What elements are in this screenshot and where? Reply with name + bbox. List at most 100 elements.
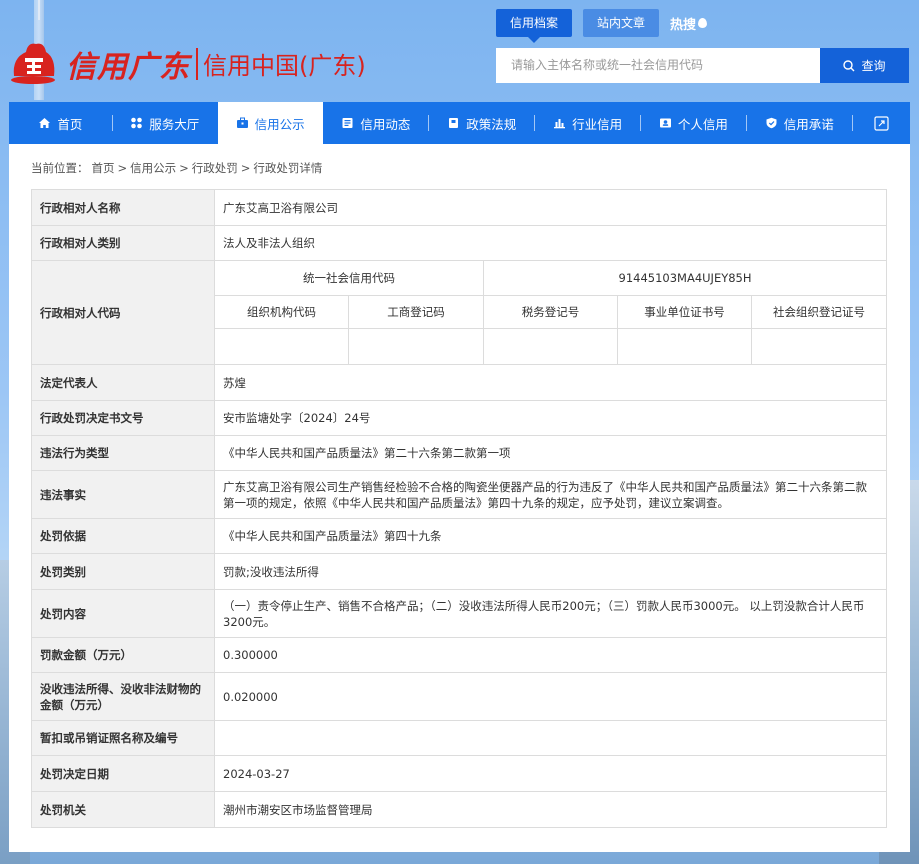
penalty-type-value: 罚款;没收违法所得 <box>213 553 888 590</box>
table-row: 法定代表人 苏煌 <box>31 364 888 401</box>
logo-site-name[interactable]: 信用中国(广东) <box>203 46 366 81</box>
nav-label: 信用动态 <box>360 116 411 132</box>
facts-label: 违法事实 <box>31 470 215 519</box>
nav-item-credit-commitment[interactable]: 信用承诺 <box>747 102 852 144</box>
chart-icon <box>554 119 566 129</box>
social-org-reg-label: 社会组织登记证号 <box>750 295 888 329</box>
nav-label: 服务大厅 <box>149 116 200 132</box>
breadcrumb-link-admin-penalty[interactable]: 行政处罚 <box>192 160 238 176</box>
uscc-label: 统一社会信用代码 <box>214 260 484 296</box>
license-value <box>213 720 888 756</box>
search-button[interactable]: 查询 <box>820 48 909 83</box>
table-row: 处罚内容 （一）责令停止生产、销售不合格产品；（二）没收违法所得人民币200元；… <box>31 589 888 638</box>
date-label: 处罚决定日期 <box>31 755 215 792</box>
table-row: 行政相对人代码 统一社会信用代码 91445103MA4UJEY85H <box>31 260 888 365</box>
main-content: 当前位置： 首页 > 信用公示 > 行政处罚 > 行政处罚详情 行政相对人名称 … <box>9 144 910 852</box>
flame-icon <box>698 18 708 28</box>
org-code-label: 组织机构代码 <box>214 295 349 329</box>
nav-label: 信用承诺 <box>783 116 834 132</box>
legal-rep-value: 苏煌 <box>213 364 888 401</box>
legal-rep-label: 法定代表人 <box>31 364 215 401</box>
breadcrumb-separator: > <box>179 161 189 175</box>
nav-item-home[interactable]: 首页 <box>9 102 112 144</box>
nav-label: 首页 <box>57 116 83 132</box>
fine-label: 罚款金额（万元） <box>31 637 215 673</box>
nav-item-personal-credit[interactable]: 个人信用 <box>641 102 746 144</box>
nav-label: 行业信用 <box>572 116 623 132</box>
breadcrumb-separator: > <box>117 161 128 175</box>
category-label: 行政相对人类别 <box>31 225 215 261</box>
search-icon <box>843 59 855 71</box>
business-reg-value <box>348 328 484 365</box>
institution-cert-value <box>617 328 752 365</box>
violation-type-label: 违法行为类型 <box>31 435 215 471</box>
org-code-value <box>214 328 349 365</box>
breadcrumb-current: 行政处罚详情 <box>253 161 323 175</box>
nav-item-service-hall[interactable]: 服务大厅 <box>113 102 217 144</box>
nav-item-credit-news[interactable]: 信用动态 <box>324 102 429 144</box>
nav-label: 政策法规 <box>466 116 517 132</box>
tab-credit-archive[interactable]: 信用档案 <box>496 9 573 43</box>
penalty-type-label: 处罚类别 <box>31 553 215 590</box>
breadcrumb-link-home[interactable]: 首页 <box>92 160 115 176</box>
facts-value: 广东艾高卫浴有限公司生产销售经检验不合格的陶瓷坐便器产品的行为违反了《中华人民共… <box>213 470 888 519</box>
id-card-icon <box>659 118 671 128</box>
nav-item-policies[interactable]: 政策法规 <box>429 102 534 144</box>
table-row: 处罚机关 潮州市潮安区市场监督管理局 <box>31 791 888 828</box>
basis-value: 《中华人民共和国产品质量法》第四十九条 <box>213 518 888 554</box>
logo-script-text[interactable]: 信用广东 <box>66 42 190 86</box>
social-org-reg-value <box>750 328 888 365</box>
book-icon <box>449 118 459 128</box>
nav-item-credit-publicity[interactable]: 信用公示 <box>217 102 323 144</box>
nav-item-industry-credit[interactable]: 行业信用 <box>535 102 640 144</box>
news-icon <box>342 118 353 128</box>
business-reg-label: 工商登记码 <box>348 295 484 329</box>
authority-label: 处罚机关 <box>31 791 215 828</box>
doc-no-value: 安市监塘处字〔2024〕24号 <box>213 400 888 436</box>
table-row: 处罚依据 《中华人民共和国产品质量法》第四十九条 <box>31 518 888 554</box>
table-row: 行政相对人名称 广东艾高卫浴有限公司 <box>31 189 888 226</box>
nav-expand-button[interactable] <box>853 102 910 144</box>
code-label: 行政相对人代码 <box>31 260 215 365</box>
authority-value: 潮州市潮安区市场监督管理局 <box>213 791 888 828</box>
nav-label: 信用公示 <box>254 116 305 132</box>
uscc-value: 91445103MA4UJEY85H <box>482 260 888 296</box>
search-input[interactable]: 请输入主体名称或统一社会信用代码 <box>496 48 820 83</box>
table-row: 行政处罚决定书文号 安市监塘处字〔2024〕24号 <box>31 400 888 436</box>
table-row: 违法行为类型 《中华人民共和国产品质量法》第二十六条第二款第一项 <box>31 435 888 471</box>
breadcrumb-separator: > <box>240 161 251 175</box>
doc-no-label: 行政处罚决定书文号 <box>31 400 215 436</box>
breadcrumb-link-credit-publicity[interactable]: 信用公示 <box>130 160 176 176</box>
shield-icon <box>766 117 777 129</box>
grid-icon <box>131 117 143 129</box>
penalty-detail-table: 行政相对人名称 广东艾高卫浴有限公司 行政相对人类别 法人及非法人组织 行政相对… <box>31 189 888 828</box>
table-row: 处罚类别 罚款;没收违法所得 <box>31 553 888 590</box>
confiscate-label: 没收违法所得、没收非法财物的金额（万元） <box>31 672 215 721</box>
tab-site-articles[interactable]: 站内文章 <box>583 9 660 37</box>
basis-label: 处罚依据 <box>31 518 215 554</box>
name-value: 广东艾高卫浴有限公司 <box>213 189 888 226</box>
briefcase-icon <box>236 117 248 128</box>
content-label: 处罚内容 <box>31 589 215 638</box>
hot-search-label: 热搜 <box>670 17 697 33</box>
expand-icon <box>874 115 889 131</box>
logo-divider <box>196 48 198 80</box>
institution-cert-label: 事业单位证书号 <box>617 295 752 329</box>
tax-reg-value <box>483 328 618 365</box>
search-type-tabs: 信用档案 站内文章 热搜 <box>496 9 708 43</box>
logo-emblem-icon[interactable] <box>8 36 58 86</box>
table-row: 罚款金额（万元） 0.300000 <box>31 637 888 673</box>
header: 信用广东 信用中国(广东) 信用档案 站内文章 热搜 请输入主体名称或统一社会信… <box>0 0 919 102</box>
table-row: 行政相对人类别 法人及非法人组织 <box>31 225 888 261</box>
table-row: 违法事实 广东艾高卫浴有限公司生产销售经检验不合格的陶瓷坐便器产品的行为违反了《… <box>31 470 888 519</box>
home-icon <box>39 118 51 128</box>
nav-label: 个人信用 <box>677 116 728 132</box>
fine-value: 0.300000 <box>213 637 888 673</box>
table-row: 处罚决定日期 2024-03-27 <box>31 755 888 792</box>
violation-type-value: 《中华人民共和国产品质量法》第二十六条第二款第一项 <box>213 435 888 471</box>
hot-search-link[interactable]: 热搜 <box>670 14 708 33</box>
category-value: 法人及非法人组织 <box>213 225 888 261</box>
tax-reg-label: 税务登记号 <box>483 295 618 329</box>
breadcrumb: 当前位置： 首页 > 信用公示 > 行政处罚 > 行政处罚详情 <box>31 160 322 176</box>
main-nav: 首页 服务大厅 信用公示 信用动态 政策法规 行业信用 个人信用 信用承诺 <box>9 102 910 144</box>
